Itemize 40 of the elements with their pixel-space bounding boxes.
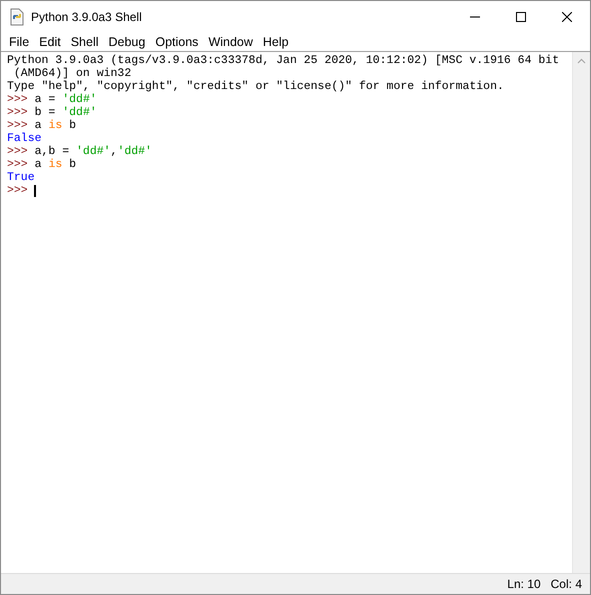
menu-item[interactable]: Shell <box>66 34 104 48</box>
line-number: Ln: 10 <box>507 577 541 591</box>
string-literal: 'dd#' <box>62 106 97 119</box>
text-cursor <box>34 184 36 196</box>
prompt-text: >>> <box>7 119 28 132</box>
code-text: b <box>68 119 76 132</box>
menu-item[interactable]: Options <box>150 34 204 48</box>
scrollbar[interactable] <box>572 52 590 573</box>
prompt-text: >>> <box>7 106 28 119</box>
code-text: a = <box>34 93 56 106</box>
output-text: (AMD64)] on win32 <box>12 67 132 80</box>
menu-item[interactable]: Window <box>203 34 258 48</box>
window-title: Python 3.9.0a3 Shell <box>31 10 142 24</box>
code-text: a <box>34 119 43 132</box>
code-text: a <box>34 158 43 171</box>
string-literal: 'dd#' <box>62 93 97 106</box>
code-text: b = <box>34 106 56 119</box>
output-text: Type "help", "copyright", "credits" or "license()" for more information. <box>7 80 504 93</box>
result-text: False <box>7 132 42 145</box>
keyword-text: is <box>48 158 62 171</box>
code-text: a,b = <box>34 145 70 158</box>
menu-item[interactable]: Help <box>258 34 294 48</box>
prompt-text: >>> <box>7 93 28 106</box>
close-icon[interactable] <box>562 12 572 22</box>
python-file-icon <box>9 8 25 26</box>
menu-item[interactable]: Debug <box>104 34 150 48</box>
code-text: , <box>110 145 118 158</box>
code-text: b <box>68 158 76 171</box>
keyword-text: is <box>48 119 62 132</box>
maximize-icon[interactable] <box>516 12 526 22</box>
prompt-text: >>> <box>7 145 28 158</box>
output-text: Python 3.9.0a3 (tags/v3.9.0a3:c33378d, Jan 25 2020, 10:12:02) [MSC v.1916 64 bit <box>7 54 560 67</box>
prompt-text: >>> <box>7 158 28 171</box>
string-literal: 'dd#' <box>117 145 152 158</box>
menu-item[interactable]: Edit <box>34 34 66 48</box>
prompt-text: >>> <box>7 184 28 197</box>
column-number: Col: 4 <box>550 577 582 591</box>
result-text: True <box>7 171 35 184</box>
menu-item[interactable]: File <box>4 34 34 48</box>
string-literal: 'dd#' <box>76 145 111 158</box>
